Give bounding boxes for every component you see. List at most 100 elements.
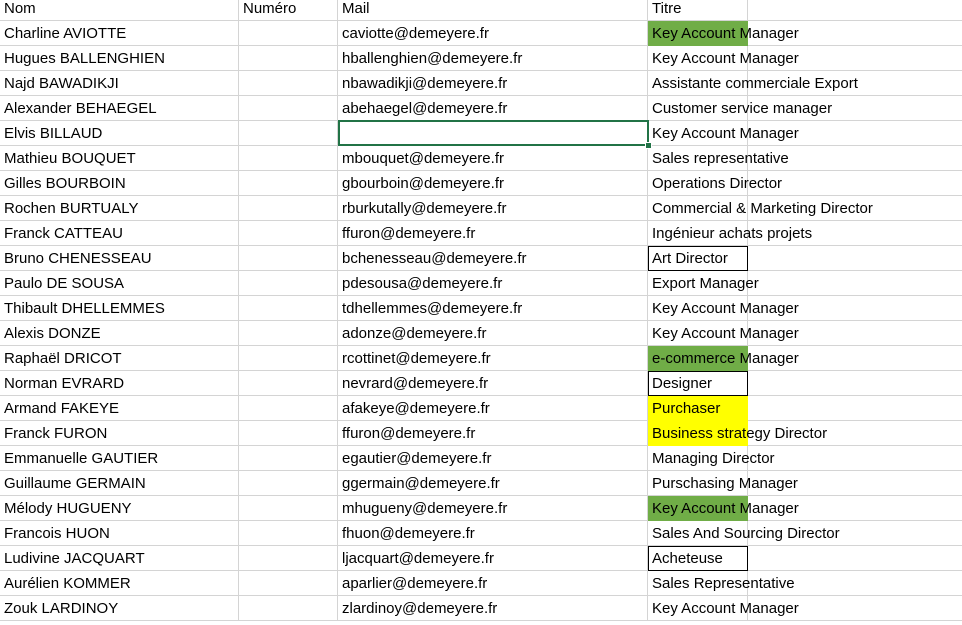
cell-titre[interactable]: Assistante commerciale Export: [648, 71, 858, 96]
cell-mail[interactable]: ggermain@demeyere.fr: [338, 471, 648, 496]
cell-mail[interactable]: egautier@demeyere.fr: [338, 446, 648, 471]
cell-mail[interactable]: fhuon@demeyere.fr: [338, 521, 648, 546]
cell-nom[interactable]: Elvis BILLAUD: [0, 121, 239, 146]
cell-titre[interactable]: Business strategy Director: [648, 421, 827, 446]
cell-numero[interactable]: [239, 421, 338, 446]
cell-titre[interactable]: Operations Director: [648, 171, 782, 196]
cell-nom[interactable]: Emmanuelle GAUTIER: [0, 446, 239, 471]
cell-titre[interactable]: Designer: [648, 371, 748, 396]
cell-titre[interactable]: Key Account Manager: [648, 296, 799, 321]
cell-numero[interactable]: [239, 521, 338, 546]
cell-empty[interactable]: [748, 371, 962, 396]
cell-mail[interactable]: mbouquet@demeyere.fr: [338, 146, 648, 171]
cell-titre[interactable]: Key Account Manager: [648, 596, 799, 621]
cell-nom[interactable]: Najd BAWADIKJI: [0, 71, 239, 96]
cell-mail[interactable]: rburkutally@demeyere.fr: [338, 196, 648, 221]
cell-mail[interactable]: mhugueny@demeyere.fr: [338, 496, 648, 521]
cell-numero[interactable]: [239, 121, 338, 146]
cell-numero[interactable]: [239, 321, 338, 346]
cell-numero[interactable]: [239, 96, 338, 121]
cell-titre[interactable]: Key Account Manager: [648, 121, 799, 146]
cell-nom[interactable]: Alexander BEHAEGEL: [0, 96, 239, 121]
cell-mail[interactable]: ljacquart@demeyere.fr: [338, 546, 648, 571]
header-empty[interactable]: [748, 0, 962, 21]
cell-mail[interactable]: ffuron@demeyere.fr: [338, 221, 648, 246]
cell-titre[interactable]: Purchaser: [648, 396, 748, 421]
cell-numero[interactable]: [239, 346, 338, 371]
cell-nom[interactable]: Aurélien KOMMER: [0, 571, 239, 596]
cell-titre[interactable]: Ingénieur achats projets: [648, 221, 812, 246]
fill-handle[interactable]: [645, 142, 652, 149]
cell-nom[interactable]: Hugues BALLENGHIEN: [0, 46, 239, 71]
cell-numero[interactable]: [239, 46, 338, 71]
header-titre[interactable]: Titre: [648, 0, 748, 21]
cell-numero[interactable]: [239, 371, 338, 396]
cell-mail[interactable]: tdhellemmes@demeyere.fr: [338, 296, 648, 321]
cell-mail[interactable]: ffuron@demeyere.fr: [338, 421, 648, 446]
cell-numero[interactable]: [239, 21, 338, 46]
cell-titre[interactable]: Managing Director: [648, 446, 775, 471]
cell-numero[interactable]: [239, 146, 338, 171]
cell-numero[interactable]: [239, 496, 338, 521]
cell-numero[interactable]: [239, 246, 338, 271]
cell-mail[interactable]: nbawadikji@demeyere.fr: [338, 71, 648, 96]
cell-empty[interactable]: [748, 446, 962, 471]
cell-mail[interactable]: adonze@demeyere.fr: [338, 321, 648, 346]
cell-titre[interactable]: Commercial & Marketing Director: [648, 196, 873, 221]
cell-mail[interactable]: pdesousa@demeyere.fr: [338, 271, 648, 296]
cell-nom[interactable]: Paulo DE SOUSA: [0, 271, 239, 296]
cell-numero[interactable]: [239, 71, 338, 96]
cell-titre[interactable]: Sales Representative: [648, 571, 795, 596]
cell-nom[interactable]: Norman EVRARD: [0, 371, 239, 396]
cell-titre[interactable]: Key Account Manager: [648, 496, 799, 521]
header-mail[interactable]: Mail: [338, 0, 648, 21]
cell-nom[interactable]: Franck CATTEAU: [0, 221, 239, 246]
spreadsheet-grid[interactable]: Nom Numéro Mail Titre Charline AVIOTTE ca…: [0, 0, 962, 625]
cell-numero[interactable]: [239, 471, 338, 496]
cell-mail[interactable]: caviotte@demeyere.fr: [338, 21, 648, 46]
cell-titre[interactable]: Sales And Sourcing Director: [648, 521, 840, 546]
cell-nom[interactable]: Mathieu BOUQUET: [0, 146, 239, 171]
cell-nom[interactable]: Ludivine JACQUART: [0, 546, 239, 571]
cell-empty[interactable]: [748, 396, 962, 421]
active-cell-selection[interactable]: [338, 120, 649, 146]
cell-nom[interactable]: Gilles BOURBOIN: [0, 171, 239, 196]
cell-numero[interactable]: [239, 396, 338, 421]
header-numero[interactable]: Numéro: [239, 0, 338, 21]
cell-nom[interactable]: Rochen BURTUALY: [0, 196, 239, 221]
cell-empty[interactable]: [748, 546, 962, 571]
cell-nom[interactable]: Francois HUON: [0, 521, 239, 546]
cell-empty[interactable]: [748, 271, 962, 296]
cell-nom[interactable]: Thibault DHELLEMMES: [0, 296, 239, 321]
cell-numero[interactable]: [239, 571, 338, 596]
header-nom[interactable]: Nom: [0, 0, 239, 21]
cell-nom[interactable]: Armand FAKEYE: [0, 396, 239, 421]
cell-titre[interactable]: Sales representative: [648, 146, 789, 171]
cell-numero[interactable]: [239, 171, 338, 196]
cell-titre[interactable]: Customer service manager: [648, 96, 832, 121]
cell-mail[interactable]: hballenghien@demeyere.fr: [338, 46, 648, 71]
cell-titre[interactable]: Key Account Manager: [648, 46, 799, 71]
cell-nom[interactable]: Mélody HUGUENY: [0, 496, 239, 521]
cell-mail[interactable]: bchenesseau@demeyere.fr: [338, 246, 648, 271]
cell-numero[interactable]: [239, 546, 338, 571]
cell-titre[interactable]: Purschasing Manager: [648, 471, 798, 496]
cell-mail[interactable]: gbourboin@demeyere.fr: [338, 171, 648, 196]
cell-nom[interactable]: Raphaël DRICOT: [0, 346, 239, 371]
cell-numero[interactable]: [239, 596, 338, 621]
cell-nom[interactable]: Guillaume GERMAIN: [0, 471, 239, 496]
cell-mail[interactable]: rcottinet@demeyere.fr: [338, 346, 648, 371]
cell-mail[interactable]: zlardinoy@demeyere.fr: [338, 596, 648, 621]
cell-numero[interactable]: [239, 271, 338, 296]
cell-numero[interactable]: [239, 296, 338, 321]
cell-nom[interactable]: Bruno CHENESSEAU: [0, 246, 239, 271]
cell-mail[interactable]: nevrard@demeyere.fr: [338, 371, 648, 396]
cell-nom[interactable]: Franck FURON: [0, 421, 239, 446]
cell-mail[interactable]: aparlier@demeyere.fr: [338, 571, 648, 596]
cell-mail[interactable]: abehaegel@demeyere.fr: [338, 96, 648, 121]
cell-numero[interactable]: [239, 446, 338, 471]
cell-numero[interactable]: [239, 196, 338, 221]
cell-titre[interactable]: Export Manager: [648, 271, 759, 296]
cell-titre[interactable]: Key Account Manager: [648, 321, 799, 346]
cell-numero[interactable]: [239, 221, 338, 246]
